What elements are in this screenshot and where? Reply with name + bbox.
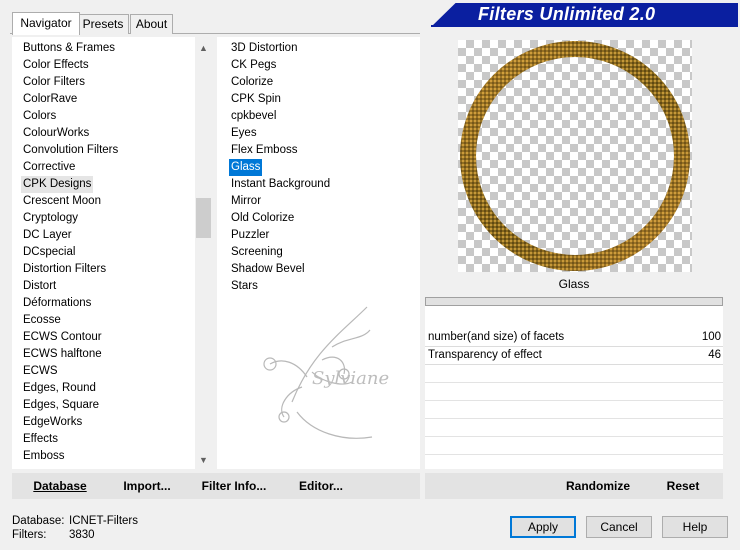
- category-item[interactable]: EdgeWorks: [21, 414, 84, 431]
- category-item[interactable]: Edges, Round: [21, 380, 98, 397]
- category-item[interactable]: Distort: [21, 278, 58, 295]
- status-database-value: ICNET-Filters: [69, 515, 138, 527]
- category-item[interactable]: ColorRave: [21, 91, 79, 108]
- tab-about[interactable]: About: [130, 14, 173, 34]
- param-empty-row: [425, 418, 723, 419]
- category-scrollbar[interactable]: [195, 37, 212, 469]
- category-item[interactable]: Distortion Filters: [21, 261, 108, 278]
- filter-item[interactable]: Mirror: [229, 193, 263, 210]
- status-filters-label: Filters:: [12, 529, 47, 541]
- category-item[interactable]: ECWS: [21, 363, 60, 380]
- import-button[interactable]: Import...: [118, 473, 176, 499]
- param-value[interactable]: 46: [708, 346, 721, 364]
- randomize-button[interactable]: Randomize: [560, 473, 636, 499]
- param-empty-row: [425, 436, 723, 437]
- status-database-label: Database:: [12, 515, 65, 527]
- preview-ring-image: [460, 41, 690, 271]
- category-item[interactable]: Buttons & Frames: [21, 40, 117, 57]
- filter-item[interactable]: Eyes: [229, 125, 259, 142]
- filter-item[interactable]: Shadow Bevel: [229, 261, 307, 278]
- filter-item[interactable]: Flex Emboss: [229, 142, 299, 159]
- title-banner-underline: [431, 25, 738, 27]
- category-item[interactable]: Edges, Square: [21, 397, 101, 414]
- filter-info-button[interactable]: Filter Info...: [198, 473, 270, 499]
- param-empty-row: [425, 400, 723, 401]
- apply-button[interactable]: Apply: [510, 516, 576, 538]
- category-scroll-thumb[interactable]: [196, 198, 211, 238]
- tab-presets[interactable]: Presets: [77, 14, 129, 34]
- filter-item[interactable]: Screening: [229, 244, 285, 261]
- filter-item[interactable]: cpkbevel: [229, 108, 278, 125]
- category-item[interactable]: ColourWorks: [21, 125, 91, 142]
- param-label: Transparency of effect: [428, 349, 542, 361]
- category-list[interactable]: Buttons & Frames Color Effects Color Filte…: [12, 37, 195, 469]
- status-filters-value: 3830: [69, 529, 95, 541]
- database-button[interactable]: Database: [28, 473, 92, 499]
- category-item[interactable]: Convolution Filters: [21, 142, 120, 159]
- preview-progress-bar: [425, 297, 723, 306]
- filter-item[interactable]: Puzzler: [229, 227, 271, 244]
- category-item[interactable]: Color Effects: [21, 57, 91, 74]
- cancel-button[interactable]: Cancel: [586, 516, 652, 538]
- category-item[interactable]: Corrective: [21, 159, 77, 176]
- category-item[interactable]: Déformations: [21, 295, 93, 312]
- editor-button[interactable]: Editor...: [294, 473, 348, 499]
- category-item[interactable]: CPK Designs: [21, 176, 94, 193]
- category-item[interactable]: DC Layer: [21, 227, 74, 244]
- watermark-logo: Sylviane: [263, 306, 389, 439]
- reset-button[interactable]: Reset: [660, 473, 706, 499]
- help-button[interactable]: Help: [662, 516, 728, 538]
- filter-list[interactable]: 3D Distortion CK Pegs Colorize CPK Spin cpkb…: [217, 37, 420, 469]
- category-item[interactable]: Emboss: [21, 448, 67, 465]
- scroll-up-icon[interactable]: ▲: [195, 40, 212, 57]
- param-label: number(and size) of facets: [428, 331, 565, 343]
- category-item[interactable]: Color Filters: [21, 74, 87, 91]
- filter-item[interactable]: CK Pegs: [229, 57, 278, 74]
- watermark-text: Sylviane: [312, 368, 389, 389]
- filter-item[interactable]: CPK Spin: [229, 91, 283, 108]
- category-item[interactable]: DCspecial: [21, 244, 77, 261]
- param-empty-row: [425, 382, 723, 383]
- filter-item[interactable]: Glass: [229, 159, 263, 176]
- category-item[interactable]: Ecosse: [21, 312, 63, 329]
- filter-item[interactable]: Instant Background: [229, 176, 332, 193]
- category-item[interactable]: Crescent Moon: [21, 193, 103, 210]
- param-value[interactable]: 100: [702, 328, 721, 346]
- preview-filter-name: Glass: [425, 273, 723, 296]
- param-row-facets[interactable]: number(and size) of facets 100: [425, 328, 723, 347]
- scroll-down-icon[interactable]: ▼: [195, 452, 212, 469]
- filter-item[interactable]: Old Colorize: [229, 210, 296, 227]
- category-item[interactable]: Effects: [21, 431, 60, 448]
- app-title: Filters Unlimited 2.0: [478, 4, 656, 24]
- filter-item[interactable]: 3D Distortion: [229, 40, 299, 57]
- category-item[interactable]: ECWS Contour: [21, 329, 104, 346]
- category-item[interactable]: Colors: [21, 108, 58, 125]
- category-item[interactable]: ECWS halftone: [21, 346, 104, 363]
- category-item[interactable]: Cryptology: [21, 210, 80, 227]
- param-row-transparency[interactable]: Transparency of effect 46: [425, 346, 723, 365]
- tab-navigator[interactable]: Navigator: [12, 12, 80, 35]
- filter-item[interactable]: Colorize: [229, 74, 275, 91]
- param-empty-row: [425, 454, 723, 455]
